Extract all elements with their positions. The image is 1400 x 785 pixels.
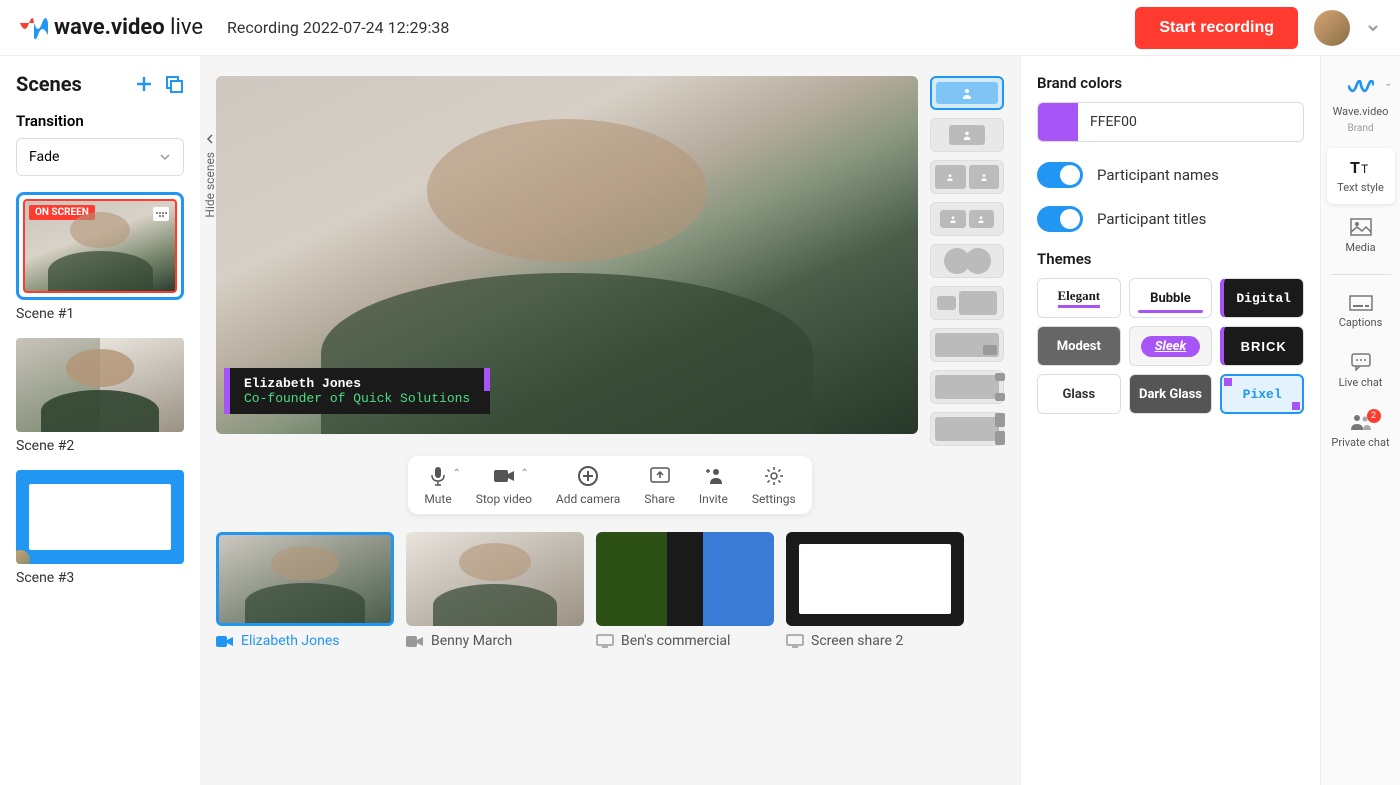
- chevron-down-icon: ⌄: [1384, 78, 1392, 89]
- layout-two-circle[interactable]: [930, 244, 1004, 278]
- transition-label: Transition: [16, 112, 184, 130]
- chevron-up-icon[interactable]: ⌃: [520, 468, 528, 479]
- scenes-title: Scenes: [16, 72, 82, 96]
- lower-third: Elizabeth Jones Co-founder of Quick Solu…: [224, 368, 484, 414]
- user-avatar[interactable]: [1314, 10, 1350, 46]
- image-icon: [1350, 218, 1372, 236]
- logo-text: wave.video live: [54, 15, 203, 40]
- scene-label: Scene #2: [16, 438, 184, 454]
- scene-label: Scene #3: [16, 570, 184, 586]
- control-bar: ⌃ Mute ⌃ Stop video Add camera Share Inv…: [408, 456, 811, 514]
- plus-circle-icon: [577, 465, 599, 487]
- notification-badge: 2: [1367, 409, 1381, 423]
- theme-sleek[interactable]: Sleek: [1129, 326, 1213, 366]
- mute-button[interactable]: ⌃ Mute: [424, 464, 451, 506]
- themes-title: Themes: [1037, 250, 1304, 268]
- app-header: wave.video live Recording 2022-07-24 12:…: [0, 0, 1400, 56]
- participant-benny[interactable]: Benny March: [406, 532, 584, 649]
- scene-item-2[interactable]: Scene #2: [16, 338, 184, 454]
- add-camera-button[interactable]: Add camera: [556, 464, 620, 506]
- wave-logo-icon: [20, 17, 48, 39]
- stage: Elizabeth Jones Co-founder of Quick Solu…: [200, 56, 1020, 785]
- video-icon: [216, 635, 234, 648]
- logo: wave.video live: [20, 15, 203, 40]
- rail-live-chat[interactable]: Live chat: [1327, 343, 1395, 399]
- layout-selector: [930, 76, 1004, 446]
- svg-text:T: T: [1350, 158, 1360, 176]
- theme-glass[interactable]: Glass: [1037, 374, 1121, 414]
- gear-icon: [764, 466, 784, 486]
- toggle-participant-names[interactable]: Participant names: [1037, 162, 1304, 188]
- layout-single[interactable]: [930, 76, 1004, 110]
- duplicate-scene-icon[interactable]: [164, 74, 184, 94]
- theme-elegant[interactable]: Elegant: [1037, 278, 1121, 318]
- video-icon: [406, 635, 424, 648]
- layout-two-narrow[interactable]: [930, 202, 1004, 236]
- screen-icon: [786, 634, 804, 648]
- chevron-left-icon: [205, 134, 215, 144]
- participant-elizabeth[interactable]: Elizabeth Jones: [216, 532, 394, 649]
- theme-modest[interactable]: Modest: [1037, 326, 1121, 366]
- lower-third-name: Elizabeth Jones: [244, 376, 470, 391]
- rail-captions[interactable]: Captions: [1327, 285, 1395, 339]
- layout-small[interactable]: [930, 118, 1004, 152]
- layout-side-double[interactable]: [930, 412, 1004, 446]
- config-panel: Brand colors FFEF00 Participant names Pa…: [1020, 56, 1320, 785]
- scene-item-3[interactable]: Scene #3: [16, 470, 184, 586]
- add-person-icon: [702, 467, 724, 485]
- captions-icon: [1349, 295, 1373, 311]
- participant-commercial[interactable]: Ben's commercial: [596, 532, 774, 649]
- scene-item-1[interactable]: ON SCREEN Scene #1: [16, 192, 184, 322]
- color-swatch[interactable]: [1038, 103, 1078, 141]
- toggle-switch[interactable]: [1037, 206, 1083, 232]
- layout-two-wide[interactable]: [930, 160, 1004, 194]
- toggle-switch[interactable]: [1037, 162, 1083, 188]
- video-icon: [493, 468, 515, 484]
- theme-darkglass[interactable]: Dark Glass: [1129, 374, 1213, 414]
- main-video-preview: Elizabeth Jones Co-founder of Quick Solu…: [216, 76, 918, 434]
- layout-pip-left[interactable]: [930, 286, 1004, 320]
- divider: [1331, 274, 1391, 275]
- screen-icon: [596, 634, 614, 648]
- add-scene-icon[interactable]: [134, 74, 154, 94]
- rail-private-chat[interactable]: 2 Private chat: [1327, 403, 1395, 459]
- right-rail: ⌄ Wave.video Brand TT Text style Media C…: [1320, 56, 1400, 785]
- participant-screenshare[interactable]: Screen share 2: [786, 532, 964, 649]
- theme-brick[interactable]: BRICK: [1220, 326, 1304, 366]
- theme-digital[interactable]: Digital: [1220, 278, 1304, 318]
- settings-button[interactable]: Settings: [752, 464, 796, 506]
- scenes-panel: Scenes Transition Fade ON SCREEN Scene #…: [0, 56, 200, 785]
- brand-color-input[interactable]: FFEF00: [1037, 102, 1304, 142]
- brand-colors-title: Brand colors: [1037, 74, 1304, 92]
- start-recording-button[interactable]: Start recording: [1135, 7, 1298, 49]
- share-screen-icon: [650, 467, 670, 485]
- user-menu-chevron-icon[interactable]: [1366, 21, 1380, 35]
- transition-select[interactable]: Fade: [16, 138, 184, 176]
- chat-icon: [1351, 353, 1371, 371]
- stop-video-button[interactable]: ⌃ Stop video: [476, 464, 532, 506]
- participants-row: Elizabeth Jones Benny March Ben's commer…: [216, 532, 1004, 649]
- theme-bubble[interactable]: Bubble: [1129, 278, 1213, 318]
- rail-brand[interactable]: ⌄ Wave.video Brand: [1327, 70, 1395, 144]
- toggle-participant-titles[interactable]: Participant titles: [1037, 206, 1304, 232]
- chevron-up-icon[interactable]: ⌃: [453, 468, 461, 479]
- layout-pip-corner[interactable]: [930, 328, 1004, 362]
- layout-side-small[interactable]: [930, 370, 1004, 404]
- svg-text:T: T: [1361, 162, 1368, 176]
- rail-text-style[interactable]: TT Text style: [1327, 148, 1395, 204]
- rail-media[interactable]: Media: [1327, 208, 1395, 264]
- theme-pixel[interactable]: Pixel: [1220, 374, 1304, 414]
- recording-title: Recording 2022-07-24 12:29:38: [227, 18, 449, 37]
- scene-label: Scene #1: [16, 306, 184, 322]
- text-icon: TT: [1350, 158, 1372, 176]
- chevron-down-icon: [159, 151, 171, 163]
- invite-button[interactable]: Invite: [699, 464, 728, 506]
- wave-logo-icon: [1348, 80, 1374, 100]
- mic-icon: [429, 466, 447, 486]
- lower-third-title: Co-founder of Quick Solutions: [244, 391, 470, 406]
- share-button[interactable]: Share: [644, 464, 675, 506]
